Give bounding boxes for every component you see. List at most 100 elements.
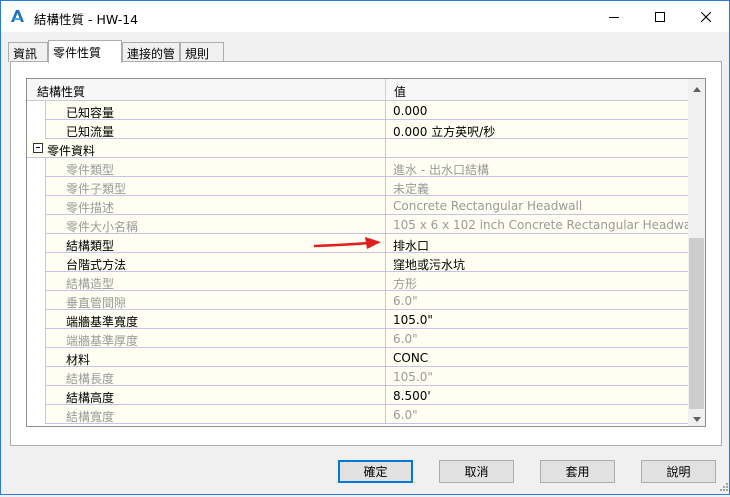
property-row[interactable]: 端牆基準厚度 6.0" — [27, 329, 688, 348]
property-value[interactable]: 窪地或污水坑 — [386, 253, 688, 272]
autodesk-a-icon — [9, 8, 25, 24]
group-label: 零件資料 — [27, 139, 386, 158]
property-name-text: 端牆基準寬度 — [66, 315, 139, 329]
property-value[interactable]: 排水口 — [386, 234, 688, 253]
property-row[interactable]: 材料 CONC — [27, 348, 688, 367]
property-value: 105 x 6 x 102 inch Concrete Rectangular … — [393, 218, 688, 232]
row-indent — [27, 101, 45, 120]
arrow-up-icon — [692, 81, 701, 95]
tab-label: 資訊 — [13, 47, 38, 61]
property-row[interactable]: 已知流量 0.000 立方英呎/秒 — [27, 120, 688, 139]
property-row[interactable]: 零件描述 Concrete Rectangular Headwall — [27, 196, 688, 215]
property-name: 結構造型 — [45, 272, 386, 291]
property-name-text: 零件子類型 — [66, 182, 127, 196]
property-row[interactable]: 結構造型 方形 — [27, 272, 688, 291]
apply-button-label: 套用 — [565, 465, 590, 479]
row-indent — [27, 367, 45, 386]
cancel-button[interactable]: 取消 — [439, 460, 514, 483]
property-value: Concrete Rectangular Headwall — [393, 199, 583, 213]
property-name-text: 已知容量 — [66, 106, 115, 120]
row-indent — [27, 120, 45, 139]
property-row[interactable]: 已知容量 0.000 — [27, 101, 688, 120]
close-icon — [701, 11, 711, 22]
property-row[interactable]: 零件類型 進水 - 出水口結構 — [27, 158, 688, 177]
property-row[interactable]: 台階式方法 窪地或污水坑 — [27, 253, 688, 272]
property-name-text: 台階式方法 — [66, 258, 127, 272]
tab-rules[interactable]: 規則 — [180, 42, 224, 62]
tab-connected-pipes[interactable]: 連接的管 — [122, 42, 180, 62]
scroll-up-button[interactable] — [688, 79, 705, 96]
property-name-text: 結構造型 — [66, 277, 115, 291]
resize-grip-icon[interactable] — [717, 482, 729, 494]
row-indent — [27, 348, 45, 367]
property-row[interactable]: 垂直管間隙 6.0" — [27, 291, 688, 310]
column-header-value[interactable]: 值 — [386, 79, 688, 100]
window-title: 結構性質 - HW-14 — [34, 12, 139, 27]
arrow-down-icon — [692, 411, 701, 425]
help-button[interactable]: 說明 — [641, 460, 716, 483]
property-name: 結構寬度 — [45, 405, 386, 424]
property-value: 進水 - 出水口結構 — [393, 163, 489, 177]
property-row[interactable]: 端牆基準寬度 105.0" — [27, 310, 688, 329]
property-name-text: 結構類型 — [66, 239, 115, 253]
property-name-text: 已知流量 — [66, 125, 115, 139]
property-value: 6.0" — [393, 408, 418, 422]
minimize-button[interactable] — [591, 1, 637, 32]
tab-part-properties[interactable]: 零件性質 — [48, 40, 122, 63]
column-header-property[interactable]: 結構性質 — [27, 79, 386, 100]
row-indent — [27, 177, 45, 196]
property-name-text: 端牆基準厚度 — [66, 334, 139, 348]
row-indent — [27, 329, 45, 348]
row-indent — [27, 272, 45, 291]
property-name-text: 零件大小名稱 — [66, 220, 139, 234]
property-name: 台階式方法 — [45, 253, 386, 272]
property-name: 零件類型 — [45, 158, 386, 177]
property-row[interactable]: 結構高度 8.500' — [27, 386, 688, 405]
minimize-icon — [609, 12, 619, 22]
ok-button[interactable]: 確定 — [338, 460, 413, 483]
apply-button[interactable]: 套用 — [540, 460, 615, 483]
property-row[interactable]: 結構長度 105.0" — [27, 367, 688, 386]
property-name: 零件描述 — [45, 196, 386, 215]
property-row[interactable]: 結構寬度 6.0" — [27, 405, 688, 424]
property-name-text: 垂直管間隙 — [66, 296, 127, 310]
grid-rows: 已知容量 0.000 已知流量 0.000 立方英呎/秒 零件資料 零件類型 進水 - 出水… — [27, 101, 688, 424]
scroll-thumb[interactable] — [689, 238, 704, 409]
property-name: 結構高度 — [45, 386, 386, 405]
property-value[interactable]: 105.0" — [386, 310, 688, 329]
row-indent — [27, 386, 45, 405]
close-button[interactable] — [683, 1, 729, 32]
grid-header: 結構性質 值 — [27, 79, 688, 101]
property-name: 垂直管間隙 — [45, 291, 386, 310]
tab-label: 規則 — [185, 47, 210, 61]
property-value[interactable]: 0.000 立方英呎/秒 — [386, 120, 688, 139]
property-name: 材料 — [45, 348, 386, 367]
property-value: 105.0" — [393, 370, 433, 384]
title-bar: 結構性質 - HW-14 — [1, 1, 729, 32]
row-indent — [27, 253, 45, 272]
property-value: 6.0" — [393, 294, 418, 308]
property-value[interactable]: 8.500' — [386, 386, 688, 405]
group-row[interactable]: 零件資料 — [27, 139, 688, 158]
property-row[interactable]: 零件子類型 未定義 — [27, 177, 688, 196]
property-name-text: 結構高度 — [66, 391, 115, 405]
property-name: 已知流量 — [45, 120, 386, 139]
property-value: 6.0" — [393, 332, 418, 346]
property-value — [386, 139, 688, 158]
property-name-text: 結構寬度 — [66, 410, 115, 424]
property-name-text: 材料 — [66, 353, 91, 367]
property-value[interactable]: 0.000 — [386, 101, 688, 120]
property-value[interactable]: CONC — [386, 348, 688, 367]
property-row[interactable]: 零件大小名稱 105 x 6 x 102 inch Concrete Rectan… — [27, 215, 688, 234]
property-name-text: 零件描述 — [66, 201, 115, 215]
property-name: 端牆基準厚度 — [45, 329, 386, 348]
maximize-icon — [655, 11, 665, 22]
property-name: 結構長度 — [45, 367, 386, 386]
row-indent — [27, 310, 45, 329]
row-indent — [27, 291, 45, 310]
vertical-scrollbar[interactable] — [688, 79, 705, 426]
row-indent — [27, 405, 45, 424]
scroll-down-button[interactable] — [688, 409, 705, 426]
tab-info[interactable]: 資訊 — [8, 42, 48, 62]
maximize-button[interactable] — [637, 1, 683, 32]
